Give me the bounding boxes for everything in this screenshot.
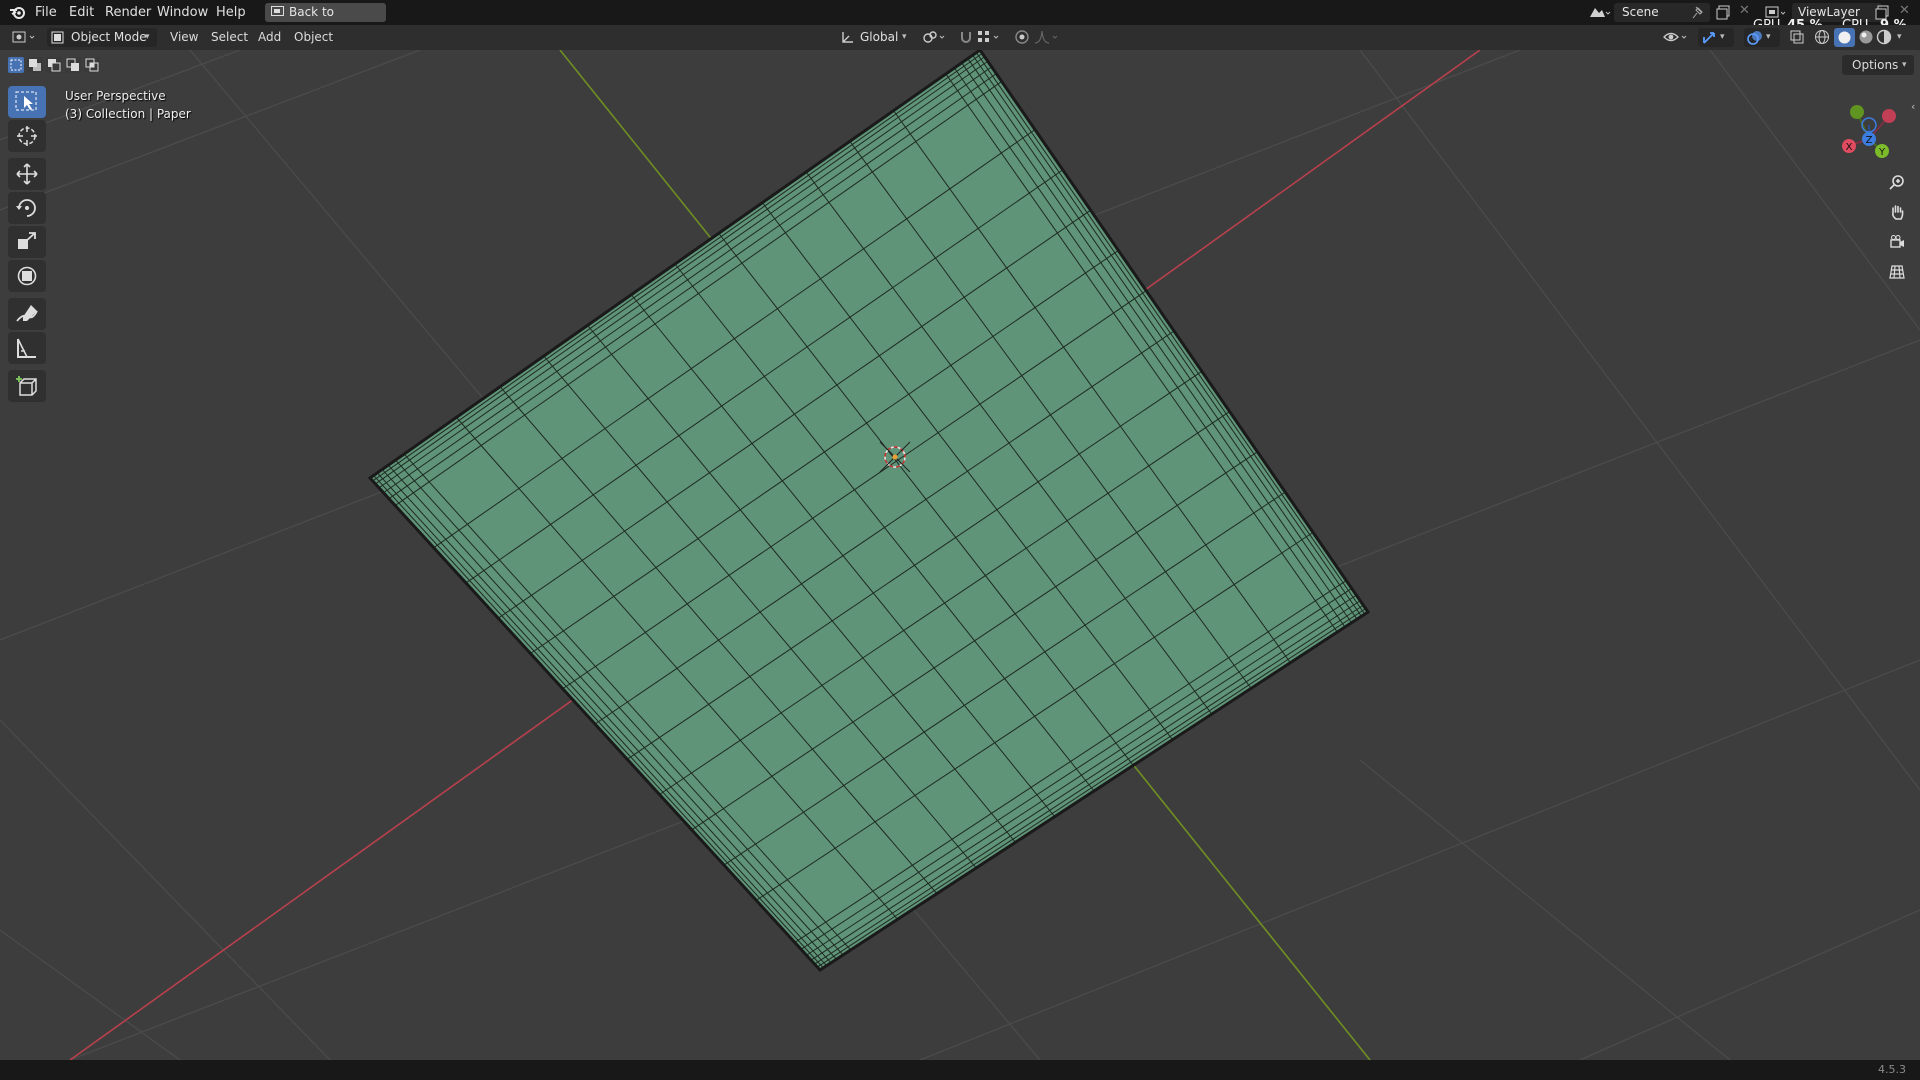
- tool-transform[interactable]: [8, 260, 46, 292]
- falloff-icon[interactable]: [1034, 29, 1062, 45]
- tool-measure[interactable]: [8, 332, 46, 364]
- editor-type-icon[interactable]: [12, 29, 38, 46]
- measure-icon: [17, 338, 36, 358]
- rendered-shading-icon[interactable]: [1876, 29, 1892, 45]
- overlays-icon: [1747, 31, 1762, 45]
- move-icon: [16, 163, 38, 185]
- tool-rotate[interactable]: [8, 192, 46, 224]
- select-extend-mode-icon[interactable]: [27, 57, 43, 73]
- new-scene-icon[interactable]: [1716, 5, 1732, 20]
- chevron-down-icon: ▾: [145, 32, 150, 42]
- screen-icon: [271, 6, 284, 16]
- pan-button[interactable]: [1883, 198, 1911, 226]
- view-perspective-label: User Perspective: [65, 89, 166, 103]
- add-cube-icon: [16, 376, 37, 396]
- mode-dropdown[interactable]: Object Mode ▾: [47, 28, 157, 47]
- status-bar: 4.5.3: [0, 1060, 1920, 1080]
- cursor-icon: [17, 126, 37, 146]
- chevron-down-icon: ▾: [902, 32, 907, 42]
- tool-move[interactable]: [8, 158, 46, 190]
- tool-select-box[interactable]: [8, 86, 46, 118]
- select-difference-mode-icon[interactable]: [65, 57, 81, 73]
- camera-view-button[interactable]: [1883, 228, 1911, 256]
- blender-logo-icon[interactable]: [8, 3, 28, 22]
- chevron-down-icon: ▾: [1902, 60, 1907, 70]
- tool-cursor[interactable]: [8, 120, 46, 152]
- gizmo-toggle[interactable]: ▾: [1698, 28, 1734, 47]
- grid-perspective-icon: [1889, 265, 1905, 279]
- gizmo-z-label: Z: [1866, 135, 1873, 146]
- navigation-gizmo[interactable]: X Y Z: [1834, 92, 1904, 162]
- remove-scene-icon[interactable]: ✕: [1739, 3, 1750, 18]
- 3d-cursor-icon: [879, 441, 911, 473]
- menu-window[interactable]: Window: [157, 0, 208, 25]
- select-box-icon: [15, 91, 37, 111]
- orientation-label: Global: [860, 30, 899, 44]
- annotate-icon: [16, 305, 38, 322]
- scene-name: Scene: [1622, 5, 1659, 19]
- select-new-mode-icon[interactable]: [8, 57, 24, 73]
- orientation-icon: [842, 32, 853, 43]
- menu-help[interactable]: Help: [216, 0, 246, 25]
- active-collection-label: (3) Collection | Paper: [65, 107, 191, 121]
- options-dropdown[interactable]: Options ▾: [1842, 55, 1914, 75]
- zoom-icon: [1889, 175, 1904, 190]
- transform-icon: [17, 266, 37, 286]
- overlays-toggle[interactable]: ▾: [1744, 28, 1780, 47]
- mode-label: Object Mode: [71, 30, 147, 44]
- scene-icon[interactable]: [1587, 4, 1611, 21]
- gizmo-icon: [1703, 32, 1715, 44]
- chevron-down-icon: ▾: [1766, 32, 1771, 42]
- viewport-canvas[interactable]: [0, 50, 1920, 1060]
- viewport-header: Object Mode ▾ View Select Add Object Glo…: [0, 25, 1920, 50]
- menu-add[interactable]: Add: [258, 28, 281, 47]
- gizmo-y-label: Y: [1878, 147, 1886, 158]
- back-to-previous-button[interactable]: Back to Previous: [265, 3, 386, 38]
- xray-icon[interactable]: [1789, 29, 1805, 45]
- viewport-info-overlay: User Perspective (3) Collection | Paper: [65, 87, 191, 123]
- menu-render[interactable]: Render: [105, 0, 151, 25]
- tool-scale[interactable]: [8, 226, 46, 258]
- solid-shading-icon: [1838, 31, 1851, 44]
- tool-annotate[interactable]: [8, 298, 46, 330]
- gizmo-neg-x-handle[interactable]: [1882, 109, 1896, 123]
- sidebar-toggle-chevron-icon[interactable]: ‹: [1911, 100, 1915, 113]
- select-subtract-mode-icon[interactable]: [46, 57, 62, 73]
- material-shading-icon[interactable]: [1858, 29, 1874, 45]
- menu-file[interactable]: File: [35, 0, 57, 25]
- menu-select[interactable]: Select: [211, 28, 248, 47]
- snap-toggle-icon[interactable]: [958, 29, 974, 45]
- gizmo-neg-y-handle[interactable]: [1850, 105, 1864, 119]
- menu-object[interactable]: Object: [294, 28, 333, 47]
- transform-orientation-dropdown[interactable]: Global ▾: [838, 28, 913, 47]
- tool-add-cube[interactable]: [8, 370, 46, 402]
- rotate-icon: [16, 199, 36, 217]
- scale-icon: [18, 232, 36, 249]
- solid-shading-button[interactable]: [1834, 28, 1855, 47]
- pin-icon[interactable]: [1692, 6, 1704, 19]
- select-intersect-mode-icon[interactable]: [84, 57, 100, 73]
- shading-options-chevron-icon[interactable]: ▾: [1897, 28, 1902, 47]
- pivot-point-icon[interactable]: [922, 30, 948, 45]
- gizmo-x-label: X: [1846, 142, 1853, 153]
- proportional-editing-icon[interactable]: [1014, 29, 1030, 45]
- version-label: 4.5.3: [1878, 1063, 1906, 1076]
- menu-edit[interactable]: Edit: [69, 0, 94, 25]
- zoom-button[interactable]: [1883, 168, 1911, 196]
- menu-view[interactable]: View: [170, 28, 198, 47]
- toggle-perspective-button[interactable]: [1883, 258, 1911, 286]
- paper-mesh[interactable]: [367, 50, 1371, 972]
- 3d-viewport[interactable]: X Y Z ‹: [0, 50, 1920, 1060]
- object-mode-icon: [51, 31, 64, 44]
- scene-field[interactable]: Scene: [1614, 3, 1710, 22]
- remove-view-layer-icon[interactable]: ✕: [1899, 3, 1910, 18]
- visibility-icon[interactable]: [1663, 29, 1691, 46]
- camera-icon: [1890, 235, 1904, 248]
- chevron-down-icon: ▾: [1720, 32, 1725, 42]
- top-menu-bar: File Edit Render Window Help Back to Pre…: [0, 0, 1920, 38]
- hand-icon: [1892, 205, 1904, 220]
- wireframe-shading-icon[interactable]: [1814, 29, 1830, 45]
- snap-target-icon[interactable]: [977, 29, 1003, 45]
- options-label: Options: [1852, 58, 1899, 72]
